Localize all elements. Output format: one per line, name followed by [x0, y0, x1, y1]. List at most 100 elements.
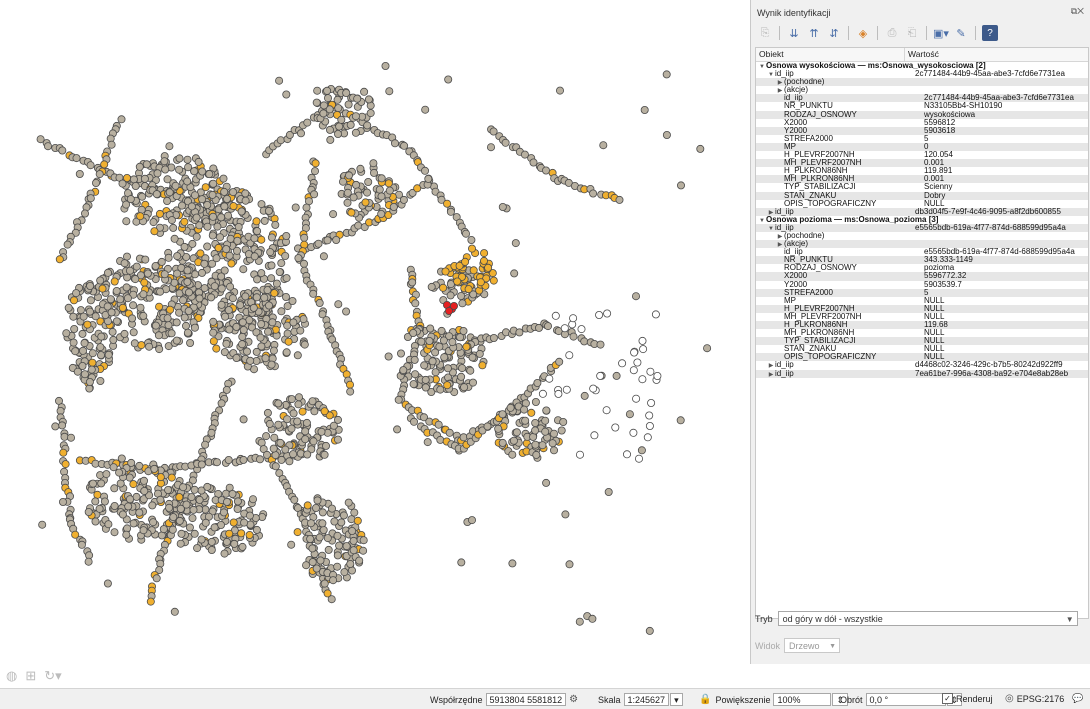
- map-point[interactable]: [351, 128, 360, 137]
- map-point[interactable]: [309, 437, 318, 446]
- tree-row[interactable]: ▶ id_iip 7ea61be7-996a-4308-ba92-e704e8ab2…: [756, 369, 1088, 378]
- map-point[interactable]: [335, 122, 344, 131]
- map-point[interactable]: [333, 551, 342, 560]
- map-point[interactable]: [107, 140, 116, 149]
- map-point[interactable]: [277, 307, 286, 316]
- tree-row[interactable]: OPIS_TOPOGRAFICZNY NULL: [756, 353, 1088, 362]
- map-point[interactable]: [329, 210, 338, 219]
- map-point[interactable]: [589, 189, 598, 198]
- tips-icon[interactable]: ◍: [6, 668, 17, 684]
- tree-row[interactable]: OPIS_TOPOGRAFICZNY NULL: [756, 200, 1088, 208]
- map-point[interactable]: [58, 146, 67, 155]
- map-point[interactable]: [615, 195, 624, 204]
- map-point[interactable]: [239, 325, 248, 334]
- map-point[interactable]: [323, 236, 332, 245]
- map-point[interactable]: [190, 191, 199, 200]
- map-point[interactable]: [100, 160, 109, 169]
- map-point[interactable]: [108, 327, 117, 336]
- map-point[interactable]: [38, 520, 47, 529]
- map-point[interactable]: [175, 493, 184, 502]
- tree-row[interactable]: STAN_ZNAKU NULL: [756, 345, 1088, 353]
- map-point[interactable]: [282, 274, 291, 283]
- map-point[interactable]: [75, 169, 84, 178]
- map-point[interactable]: [469, 266, 478, 275]
- map-point[interactable]: [298, 407, 307, 416]
- map-point[interactable]: [241, 196, 250, 205]
- map-point[interactable]: [217, 399, 226, 408]
- map-point[interactable]: [230, 539, 239, 548]
- map-point[interactable]: [225, 529, 234, 538]
- coordinate-field[interactable]: 5913804 5581812: [485, 693, 567, 706]
- map-point[interactable]: [643, 433, 652, 442]
- map-point[interactable]: [183, 177, 192, 186]
- map-point[interactable]: [58, 421, 67, 430]
- grid-icon[interactable]: ⊞: [25, 668, 36, 684]
- expanded-arrow-icon[interactable]: ▼: [758, 63, 766, 70]
- map-point[interactable]: [85, 377, 94, 386]
- map-point[interactable]: [239, 415, 248, 424]
- map-point[interactable]: [629, 428, 638, 437]
- map-point[interactable]: [385, 186, 394, 195]
- map-point[interactable]: [632, 394, 641, 403]
- map-point[interactable]: [59, 497, 68, 506]
- map-point[interactable]: [246, 356, 255, 365]
- map-point[interactable]: [92, 178, 101, 187]
- map-point[interactable]: [220, 202, 229, 211]
- map-point[interactable]: [576, 450, 585, 459]
- map-point[interactable]: [506, 403, 515, 412]
- map-point[interactable]: [344, 100, 353, 109]
- map-point[interactable]: [439, 283, 448, 292]
- map-point[interactable]: [480, 249, 489, 258]
- map-point[interactable]: [467, 244, 476, 253]
- map-point[interactable]: [645, 411, 654, 420]
- map-point[interactable]: [167, 473, 176, 482]
- map-point[interactable]: [353, 94, 362, 103]
- collapse-tree-icon[interactable]: ⇈: [806, 25, 822, 41]
- map-point[interactable]: [355, 556, 364, 565]
- map-point[interactable]: [73, 367, 82, 376]
- identify-mode-icon[interactable]: ▣▾: [933, 25, 949, 41]
- map-point[interactable]: [229, 188, 238, 197]
- tree-row[interactable]: RODZAJ_OSNOWY wysokościowa: [756, 110, 1088, 119]
- map-point[interactable]: [97, 479, 106, 488]
- tree-row[interactable]: RODZAJ_OSNOWY pozioma: [756, 264, 1088, 272]
- map-point[interactable]: [361, 198, 370, 207]
- map-point[interactable]: [290, 495, 299, 504]
- map-point[interactable]: [253, 275, 262, 284]
- map-point[interactable]: [222, 497, 231, 506]
- map-point[interactable]: [128, 314, 137, 323]
- map-point[interactable]: [287, 540, 296, 549]
- map-point[interactable]: [164, 321, 173, 330]
- map-point[interactable]: [117, 454, 126, 463]
- map-point[interactable]: [80, 339, 89, 348]
- map-point[interactable]: [95, 170, 104, 179]
- map-point[interactable]: [377, 209, 386, 218]
- map-point[interactable]: [588, 614, 597, 623]
- print-icon[interactable]: ⎗: [904, 25, 920, 41]
- map-point[interactable]: [236, 301, 245, 310]
- map-point[interactable]: [188, 239, 197, 248]
- map-point[interactable]: [349, 193, 358, 202]
- map-point[interactable]: [203, 222, 212, 231]
- map-point[interactable]: [100, 497, 109, 506]
- map-point[interactable]: [315, 533, 324, 542]
- map-point[interactable]: [98, 284, 107, 293]
- map-point[interactable]: [479, 256, 488, 265]
- map-point[interactable]: [509, 436, 518, 445]
- map-point[interactable]: [131, 181, 140, 190]
- map-point[interactable]: [213, 222, 222, 231]
- messages-icon[interactable]: 💬: [1072, 693, 1083, 704]
- map-point[interactable]: [189, 505, 198, 514]
- map-point[interactable]: [137, 341, 146, 350]
- map-point[interactable]: [421, 383, 430, 392]
- map-point[interactable]: [153, 169, 162, 178]
- map-point[interactable]: [190, 529, 199, 538]
- map-point[interactable]: [313, 496, 322, 505]
- map-point[interactable]: [271, 220, 280, 229]
- map-point[interactable]: [139, 290, 148, 299]
- map-point[interactable]: [224, 455, 233, 464]
- map-point[interactable]: [489, 276, 498, 285]
- map-point[interactable]: [198, 167, 207, 176]
- map-point[interactable]: [210, 523, 219, 532]
- map-point[interactable]: [282, 231, 291, 240]
